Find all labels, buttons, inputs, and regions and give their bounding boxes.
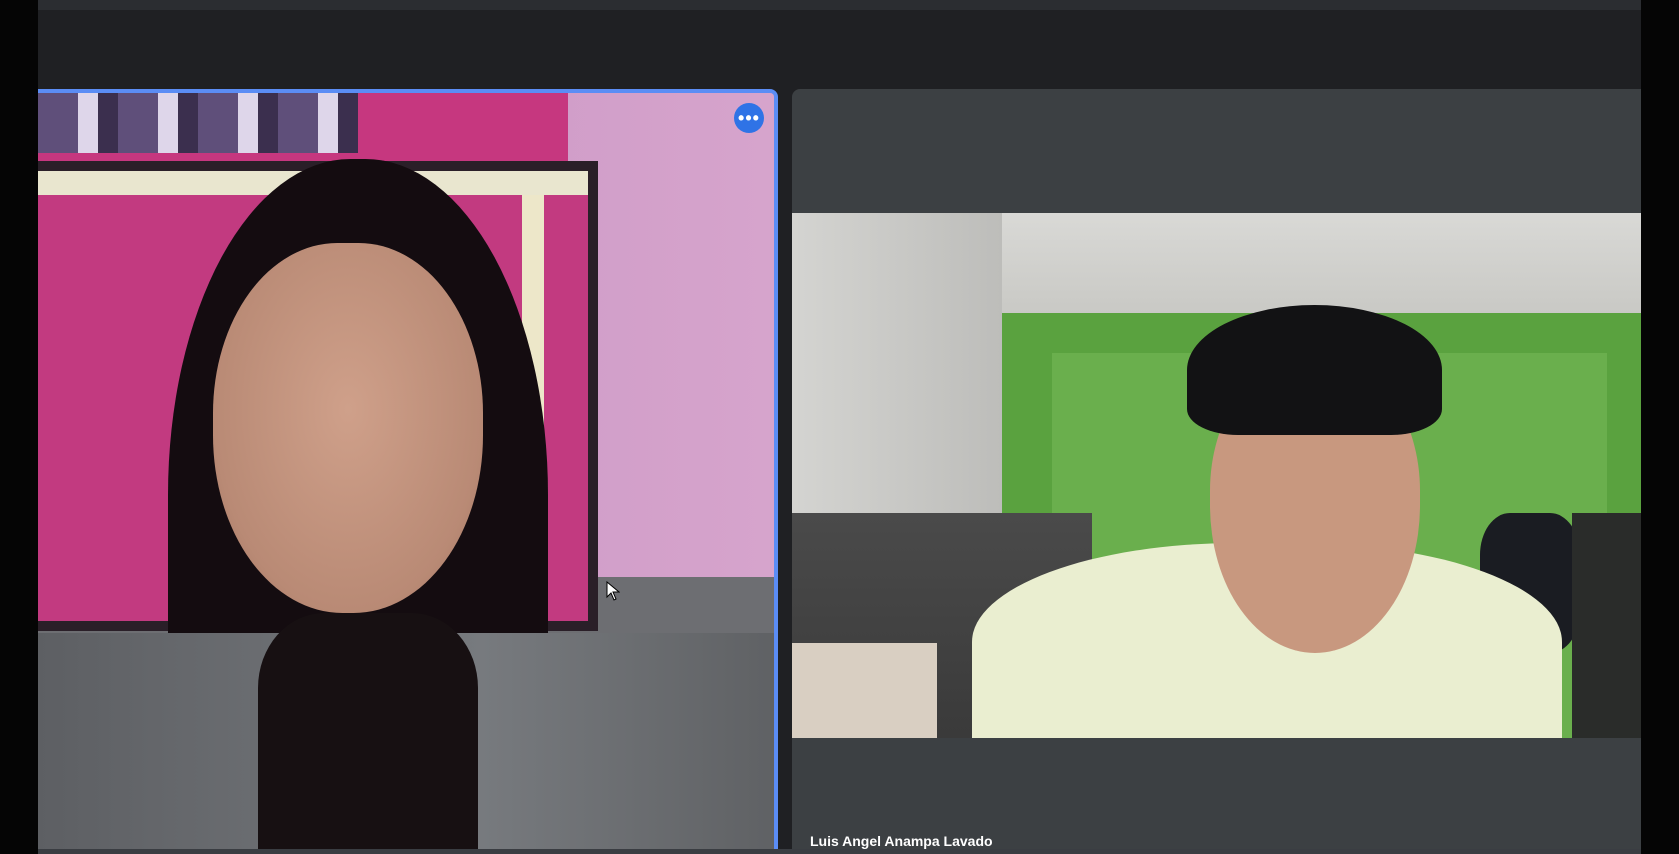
background-box bbox=[792, 643, 937, 738]
right-letterbox bbox=[1641, 0, 1679, 854]
meeting-window: ••• Luis Angel Anampa Lavado bbox=[0, 0, 1679, 854]
mouse-pointer-icon bbox=[606, 581, 620, 601]
bottom-bar bbox=[38, 849, 1641, 854]
participant-tile-active-speaker[interactable]: ••• bbox=[38, 89, 778, 849]
background-curtain bbox=[38, 93, 358, 153]
participant-hair-lower bbox=[258, 613, 478, 849]
participant-video bbox=[792, 213, 1641, 738]
more-options-button[interactable]: ••• bbox=[734, 103, 764, 133]
top-bar bbox=[38, 0, 1641, 10]
participant-face bbox=[213, 243, 483, 613]
participant-hair bbox=[1187, 305, 1442, 435]
left-letterbox bbox=[0, 0, 38, 854]
background-jacket bbox=[1572, 513, 1641, 738]
participant-name-label: Luis Angel Anampa Lavado bbox=[810, 833, 993, 849]
participant-tile[interactable]: Luis Angel Anampa Lavado bbox=[792, 89, 1641, 849]
